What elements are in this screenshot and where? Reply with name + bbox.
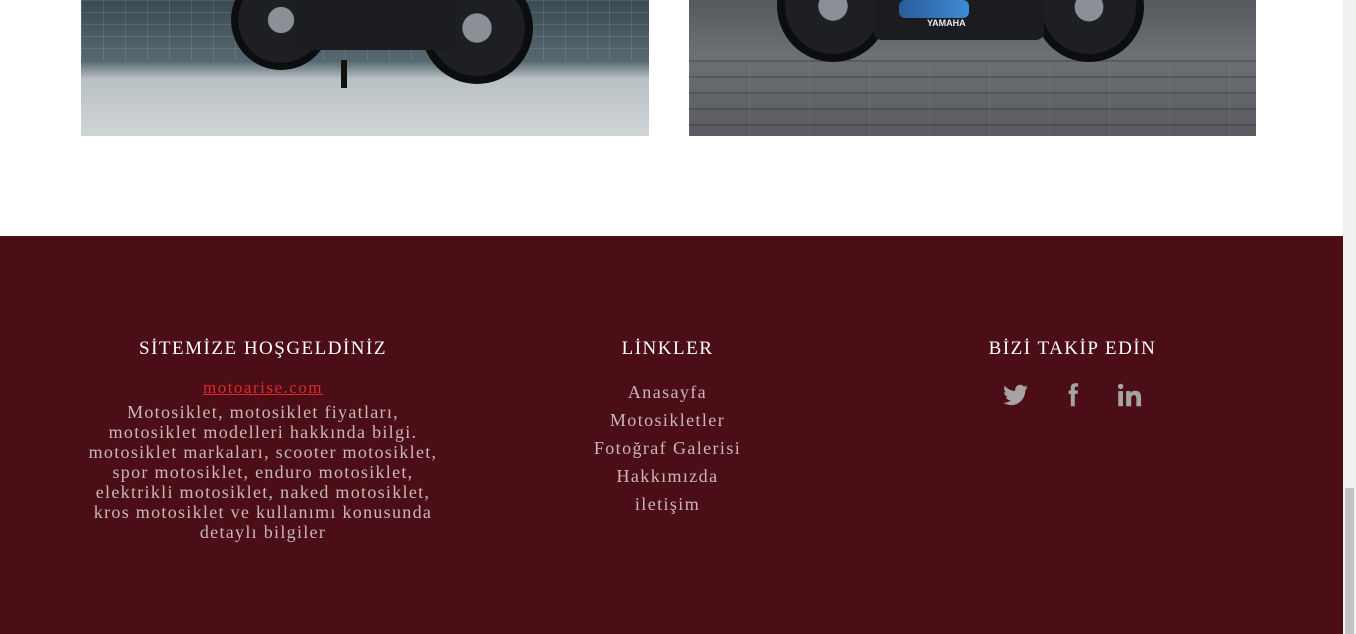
site-description: Motosiklet, motosiklet fiyatları, motosi… (88, 402, 438, 542)
links-title: LİNKLER (621, 338, 714, 359)
follow-title: BİZİ TAKİP EDİN (988, 338, 1157, 359)
footer-follow-section: BİZİ TAKİP EDİN (970, 338, 1175, 410)
facebook-icon[interactable] (1059, 380, 1086, 410)
bike-body (296, 0, 456, 50)
link-fotograf-galerisi[interactable]: Fotoğraf Galerisi (560, 434, 775, 462)
site-link[interactable]: motoarise.com (203, 378, 323, 398)
social-icons (970, 380, 1175, 410)
brand-text: YAMAHA (927, 18, 966, 28)
link-iletisim[interactable]: iletişim (560, 490, 775, 518)
footer-welcome-section: SİTEMİZE HOŞGELDİNİZ motoarise.com Motos… (81, 338, 445, 542)
footer: SİTEMİZE HOŞGELDİNİZ motoarise.com Motos… (0, 236, 1343, 634)
link-motosikletler[interactable]: Motosikletler (560, 406, 775, 434)
twitter-icon[interactable] (1002, 380, 1029, 410)
footer-links-section: LİNKLER Anasayfa Motosikletler Fotoğraf … (560, 338, 775, 518)
scrollbar-thumb[interactable] (1345, 488, 1354, 634)
motorcycle-photo-left[interactable] (81, 0, 649, 136)
rear-wheel (777, 0, 889, 62)
links-list: Anasayfa Motosikletler Fotoğraf Galerisi… (560, 378, 775, 518)
link-anasayfa[interactable]: Anasayfa (560, 378, 775, 406)
bike-blue-panel (899, 0, 969, 18)
linkedin-icon[interactable] (1116, 380, 1143, 410)
kickstand (341, 60, 347, 88)
page: YAMAHA SİTEMİZE HOŞGELDİNİZ motoarise.co… (0, 0, 1343, 634)
link-hakkimizda[interactable]: Hakkımızda (560, 462, 775, 490)
front-wheel (1034, 0, 1144, 62)
page-scrollbar[interactable] (1343, 0, 1356, 634)
paving (689, 60, 1256, 136)
motorcycle-photo-right[interactable]: YAMAHA (689, 0, 1256, 136)
welcome-title: SİTEMİZE HOŞGELDİNİZ (139, 338, 387, 359)
